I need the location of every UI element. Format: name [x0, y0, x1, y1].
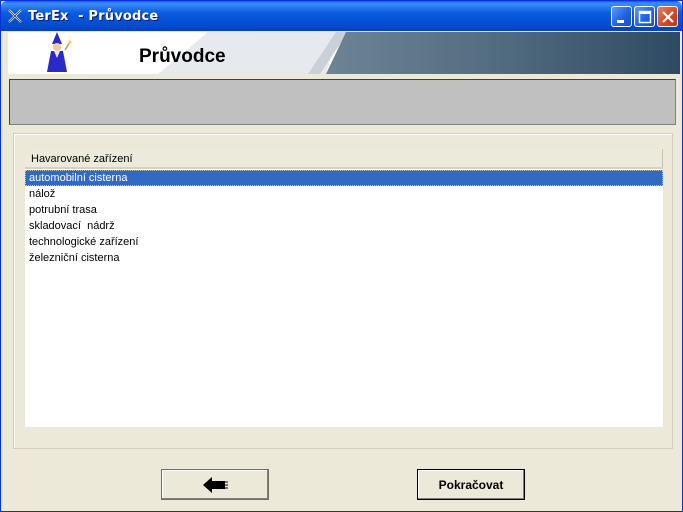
arrow-left-icon	[203, 476, 228, 493]
list-rows: automobilní cisterna nálož potrubní tras…	[25, 170, 663, 266]
back-button[interactable]	[161, 469, 269, 500]
maximize-button[interactable]	[634, 6, 655, 27]
app-icon	[8, 9, 22, 23]
window-title: TerEx - Průvodce	[28, 9, 159, 24]
title-bar[interactable]: TerEx - Průvodce	[1, 1, 682, 31]
close-icon	[662, 11, 674, 23]
list-item[interactable]: technologické zařízení	[25, 234, 663, 250]
wizard-header: Průvodce	[8, 32, 680, 74]
list-item[interactable]: automobilní cisterna	[25, 170, 663, 186]
minimize-button[interactable]	[611, 6, 632, 27]
wizard-window: TerEx - Průvodce Průvodce Havarované zař…	[0, 0, 683, 512]
list-item[interactable]: potrubní trasa	[25, 202, 663, 218]
equipment-list[interactable]: Havarované zařízení automobilní cisterna…	[25, 149, 663, 427]
list-item[interactable]: skladovací nádrž	[25, 218, 663, 234]
list-item[interactable]: nálož	[25, 186, 663, 202]
column-header[interactable]: Havarované zařízení	[25, 149, 663, 169]
info-panel	[9, 79, 676, 125]
page-title: Průvodce	[139, 46, 226, 67]
column-header-label: Havarované zařízení	[31, 153, 133, 165]
continue-button[interactable]: Pokračovat	[417, 469, 525, 500]
list-item[interactable]: železniční cisterna	[25, 250, 663, 266]
minimize-icon	[617, 20, 624, 23]
header-banner	[8, 32, 680, 74]
wizard-icon	[47, 32, 72, 72]
maximize-icon	[638, 10, 652, 24]
close-button[interactable]	[657, 6, 678, 27]
